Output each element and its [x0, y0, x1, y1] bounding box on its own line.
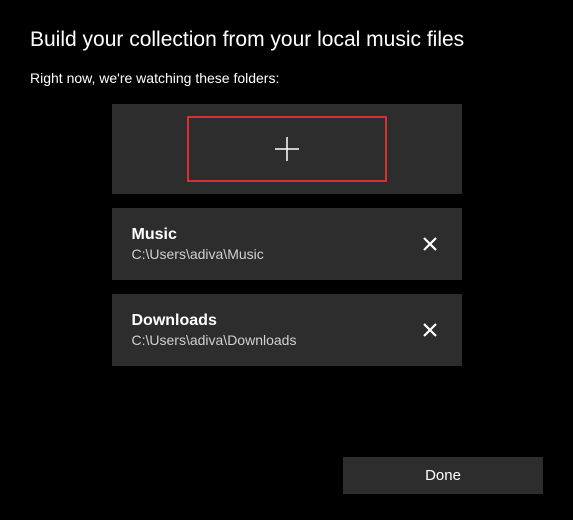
folder-info: Downloads C:\Users\adiva\Downloads	[132, 312, 297, 348]
done-button[interactable]: Done	[343, 457, 543, 494]
add-folder-button[interactable]	[112, 104, 462, 194]
remove-folder-button[interactable]	[418, 318, 442, 342]
folder-name: Downloads	[132, 312, 297, 330]
folder-item: Music C:\Users\adiva\Music	[112, 208, 462, 280]
folder-path: C:\Users\adiva\Music	[132, 246, 264, 262]
folder-name: Music	[132, 226, 264, 244]
add-folder-highlight	[187, 116, 387, 182]
dialog-footer: Done	[343, 457, 543, 494]
folder-path: C:\Users\adiva\Downloads	[132, 332, 297, 348]
plus-icon	[273, 135, 301, 163]
folder-info: Music C:\Users\adiva\Music	[132, 226, 264, 262]
remove-folder-button[interactable]	[418, 232, 442, 256]
folder-list: Music C:\Users\adiva\Music Downloads C:\…	[112, 104, 462, 366]
dialog-subtitle: Right now, we're watching these folders:	[30, 70, 543, 86]
folder-item: Downloads C:\Users\adiva\Downloads	[112, 294, 462, 366]
dialog-title: Build your collection from your local mu…	[30, 28, 543, 52]
close-icon	[422, 322, 438, 338]
close-icon	[422, 236, 438, 252]
